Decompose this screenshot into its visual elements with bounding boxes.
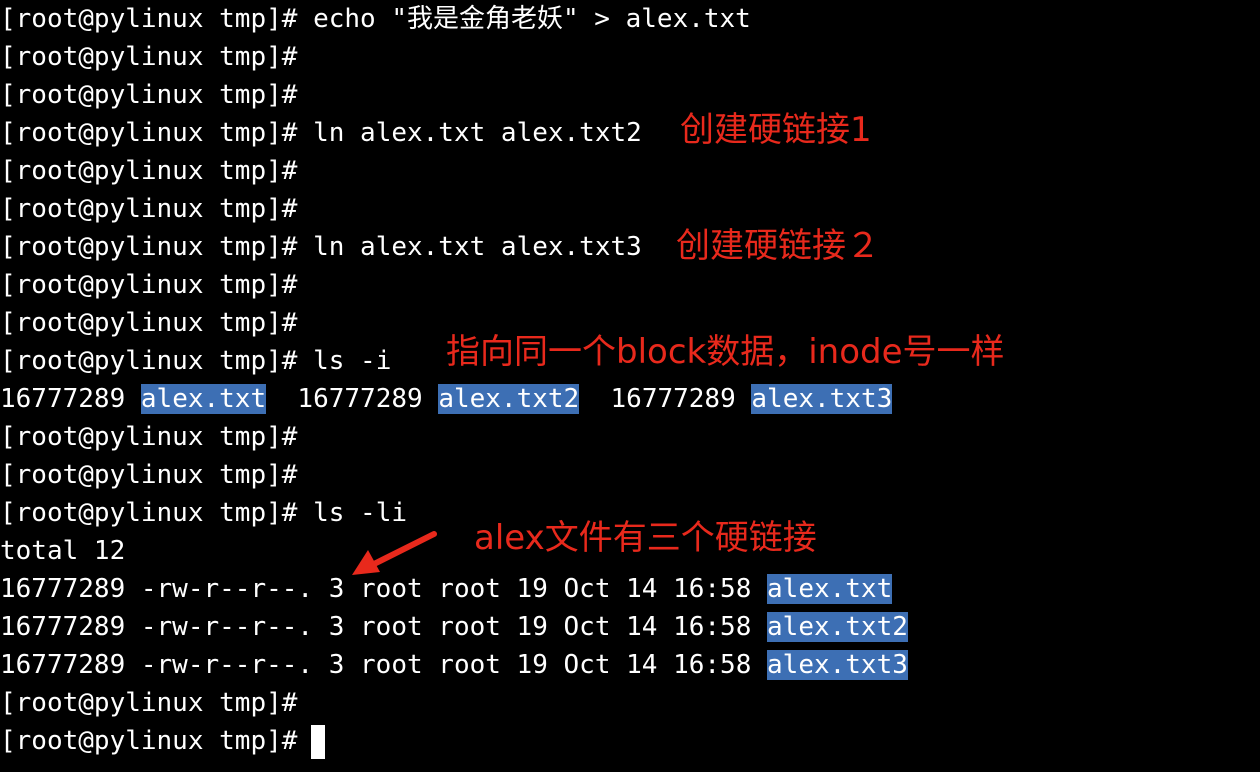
prompt: [root@pylinux tmp]# <box>0 422 298 452</box>
file-metadata: 16777289 -rw-r--r--. 3 root root 19 Oct … <box>0 574 768 604</box>
annotation-same-inode: 指向同一个block数据，inode号一样 <box>446 332 1005 372</box>
file-name-highlighted[interactable]: alex.txt2 <box>438 384 580 414</box>
prompt: [root@pylinux tmp]# <box>0 80 298 110</box>
file-metadata: 16777289 -rw-r--r--. 3 root root 19 Oct … <box>0 650 768 680</box>
prompt: [root@pylinux tmp]# <box>0 4 298 34</box>
prompt: [root@pylinux tmp]# <box>0 270 298 300</box>
text-cursor <box>311 724 326 759</box>
ls-li-row: 16777289 -rw-r--r--. 3 root root 19 Oct … <box>0 646 908 684</box>
file-name-highlighted[interactable]: alex.txt2 <box>767 612 908 642</box>
inode-number: 16777289 <box>266 384 439 414</box>
prompt: [root@pylinux tmp]# <box>0 42 298 72</box>
red-arrow-icon <box>352 531 437 575</box>
inode-number: 16777289 <box>579 384 752 414</box>
terminal-line: [root@pylinux tmp]# ln alex.txt alex.txt… <box>0 228 642 266</box>
ls-li-row: 16777289 -rw-r--r--. 3 root root 19 Oct … <box>0 608 908 646</box>
file-name-highlighted[interactable]: alex.txt3 <box>751 384 893 414</box>
prompt: [root@pylinux tmp]# <box>0 232 298 262</box>
file-name-highlighted[interactable]: alex.txt3 <box>767 650 908 680</box>
prompt: [root@pylinux tmp]# <box>0 346 298 376</box>
terminal-line: [root@pylinux tmp]# <box>0 152 297 190</box>
terminal-line: [root@pylinux tmp]# echo "我是金角老妖" > alex… <box>0 0 751 38</box>
file-metadata: 16777289 -rw-r--r--. 3 root root 19 Oct … <box>0 612 768 642</box>
ls-i-output: 16777289 alex.txt 16777289 alex.txt2 167… <box>0 380 893 418</box>
ls-li-row: 16777289 -rw-r--r--. 3 root root 19 Oct … <box>0 570 893 608</box>
prompt: [root@pylinux tmp]# <box>0 118 298 148</box>
terminal-line: [root@pylinux tmp]# <box>0 418 297 456</box>
terminal-line: [root@pylinux tmp]# ln alex.txt alex.txt… <box>0 114 642 152</box>
terminal-input-line[interactable]: [root@pylinux tmp]# <box>0 722 326 760</box>
terminal-window[interactable]: [root@pylinux tmp]# echo "我是金角老妖" > alex… <box>0 0 1260 772</box>
terminal-line: [root@pylinux tmp]# <box>0 456 297 494</box>
terminal-line: [root@pylinux tmp]# ls -i <box>0 342 391 380</box>
command-text: ls -li <box>297 498 407 528</box>
total-text: total 12 <box>0 536 126 566</box>
prompt: [root@pylinux tmp]# <box>0 498 298 528</box>
annotation-hardlink-2: 创建硬链接２ <box>676 226 880 266</box>
prompt: [root@pylinux tmp]# <box>0 460 298 490</box>
annotation-hardlink-1: 创建硬链接1 <box>680 110 872 150</box>
command-text: echo "我是金角老妖" > alex.txt <box>297 4 751 34</box>
terminal-line: [root@pylinux tmp]# <box>0 190 297 228</box>
command-text: ln alex.txt alex.txt3 <box>297 232 642 262</box>
prompt: [root@pylinux tmp]# <box>0 156 298 186</box>
prompt: [root@pylinux tmp]# <box>0 726 298 756</box>
file-name-highlighted[interactable]: alex.txt <box>767 574 893 604</box>
terminal-line: [root@pylinux tmp]# <box>0 304 297 342</box>
inode-number: 16777289 <box>0 384 141 414</box>
terminal-line: [root@pylinux tmp]# <box>0 266 297 304</box>
prompt: [root@pylinux tmp]# <box>0 194 298 224</box>
terminal-line: [root@pylinux tmp]# <box>0 684 297 722</box>
prompt: [root@pylinux tmp]# <box>0 688 298 718</box>
command-text: ln alex.txt alex.txt2 <box>297 118 642 148</box>
command-text: ls -i <box>297 346 392 376</box>
terminal-line: [root@pylinux tmp]# <box>0 76 297 114</box>
terminal-line: [root@pylinux tmp]# <box>0 38 297 76</box>
file-name-highlighted[interactable]: alex.txt <box>140 384 267 414</box>
ls-li-total: total 12 <box>0 532 125 570</box>
terminal-line: [root@pylinux tmp]# ls -li <box>0 494 407 532</box>
annotation-three-links: alex文件有三个硬链接 <box>474 518 817 558</box>
prompt: [root@pylinux tmp]# <box>0 308 298 338</box>
